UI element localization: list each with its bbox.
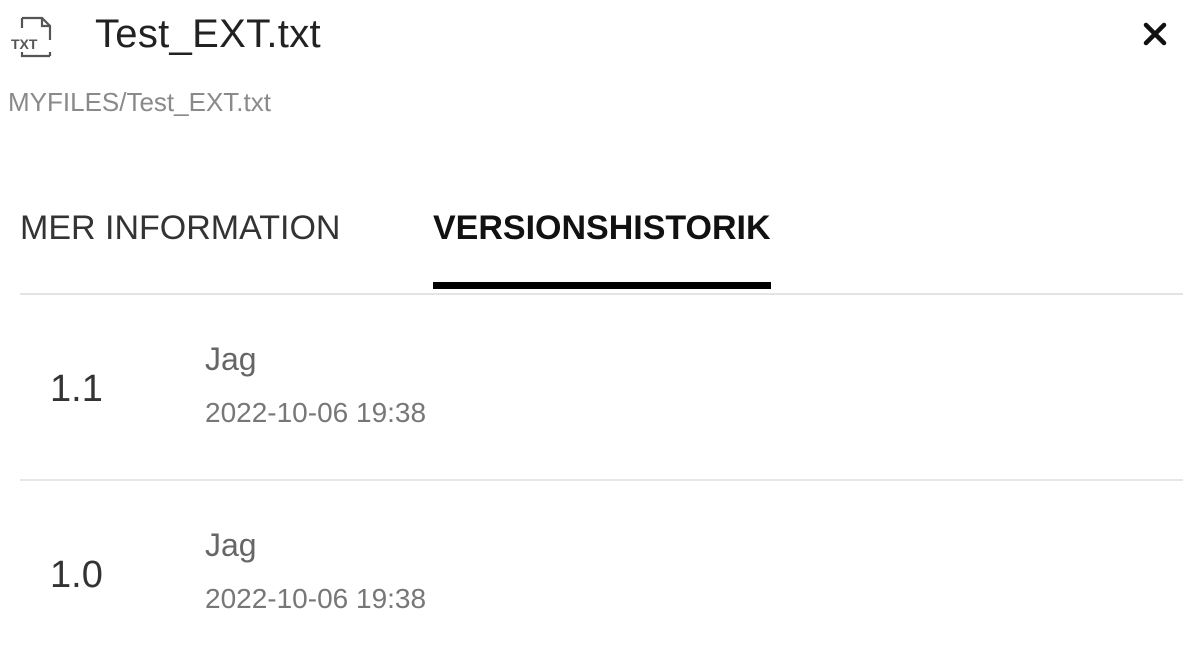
tab-version-history[interactable]: VERSIONSHISTORIK bbox=[433, 196, 771, 292]
tab-label: VERSIONSHISTORIK bbox=[433, 209, 771, 247]
active-tab-indicator bbox=[433, 282, 771, 289]
version-author: Jag bbox=[205, 341, 257, 377]
version-number: 1.0 bbox=[50, 554, 103, 596]
tab-label: MER INFORMATION bbox=[20, 209, 341, 247]
close-icon bbox=[1143, 22, 1167, 46]
file-details-panel: TXT Test_EXT.txt MYFILES/Test_EXT.txt ME… bbox=[0, 0, 1183, 657]
version-author: Jag bbox=[205, 527, 257, 563]
version-list: 1.1 Jag 2022-10-06 19:38 1.0 Jag 2022-10… bbox=[20, 295, 1183, 657]
version-date: 2022-10-06 19:38 bbox=[205, 583, 427, 614]
file-icon-label: TXT bbox=[11, 36, 38, 52]
close-button[interactable] bbox=[1135, 14, 1175, 54]
tab-more-information[interactable]: MER INFORMATION bbox=[20, 196, 340, 292]
version-date: 2022-10-06 19:38 bbox=[205, 397, 427, 428]
version-row[interactable]: 1.0 Jag 2022-10-06 19:38 bbox=[20, 481, 1183, 657]
version-row[interactable]: 1.1 Jag 2022-10-06 19:38 bbox=[20, 295, 1183, 481]
txt-file-icon: TXT bbox=[8, 14, 60, 60]
file-path: MYFILES/Test_EXT.txt bbox=[8, 87, 271, 117]
tab-bar: MER INFORMATION VERSIONSHISTORIK bbox=[20, 196, 1183, 294]
file-title: Test_EXT.txt bbox=[95, 12, 321, 56]
version-number: 1.1 bbox=[50, 368, 103, 410]
